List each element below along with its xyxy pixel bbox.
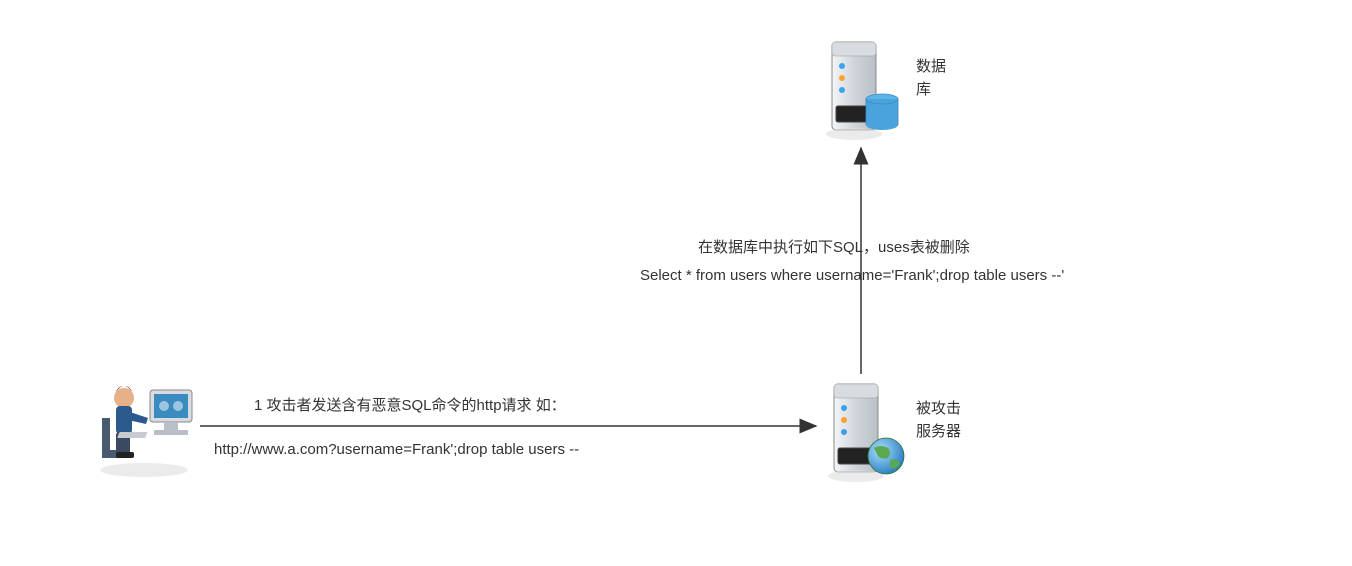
arrow1-label-top: 1 攻击者发送含有恶意SQL命令的http请求 如： [254, 392, 566, 419]
server-label-line1: 被攻击 [916, 398, 961, 421]
server-label-line2: 服务器 [916, 421, 961, 444]
attacker-user-icon [94, 370, 204, 484]
attacked-server-label: 被攻击 服务器 [916, 398, 961, 443]
database-label: 数据 库 [916, 56, 946, 101]
arrow1-label-bottom: http://www.a.com?username=Frank';drop ta… [214, 436, 579, 463]
database-label-line2: 库 [916, 79, 946, 102]
arrow2-label-bottom: Select * from users where username='Fran… [640, 262, 1064, 289]
attacked-server-icon [824, 376, 906, 492]
database-server-icon [822, 34, 902, 148]
database-label-line1: 数据 [916, 56, 946, 79]
arrow2-label-top: 在数据库中执行如下SQL，uses表被删除 [698, 234, 970, 261]
